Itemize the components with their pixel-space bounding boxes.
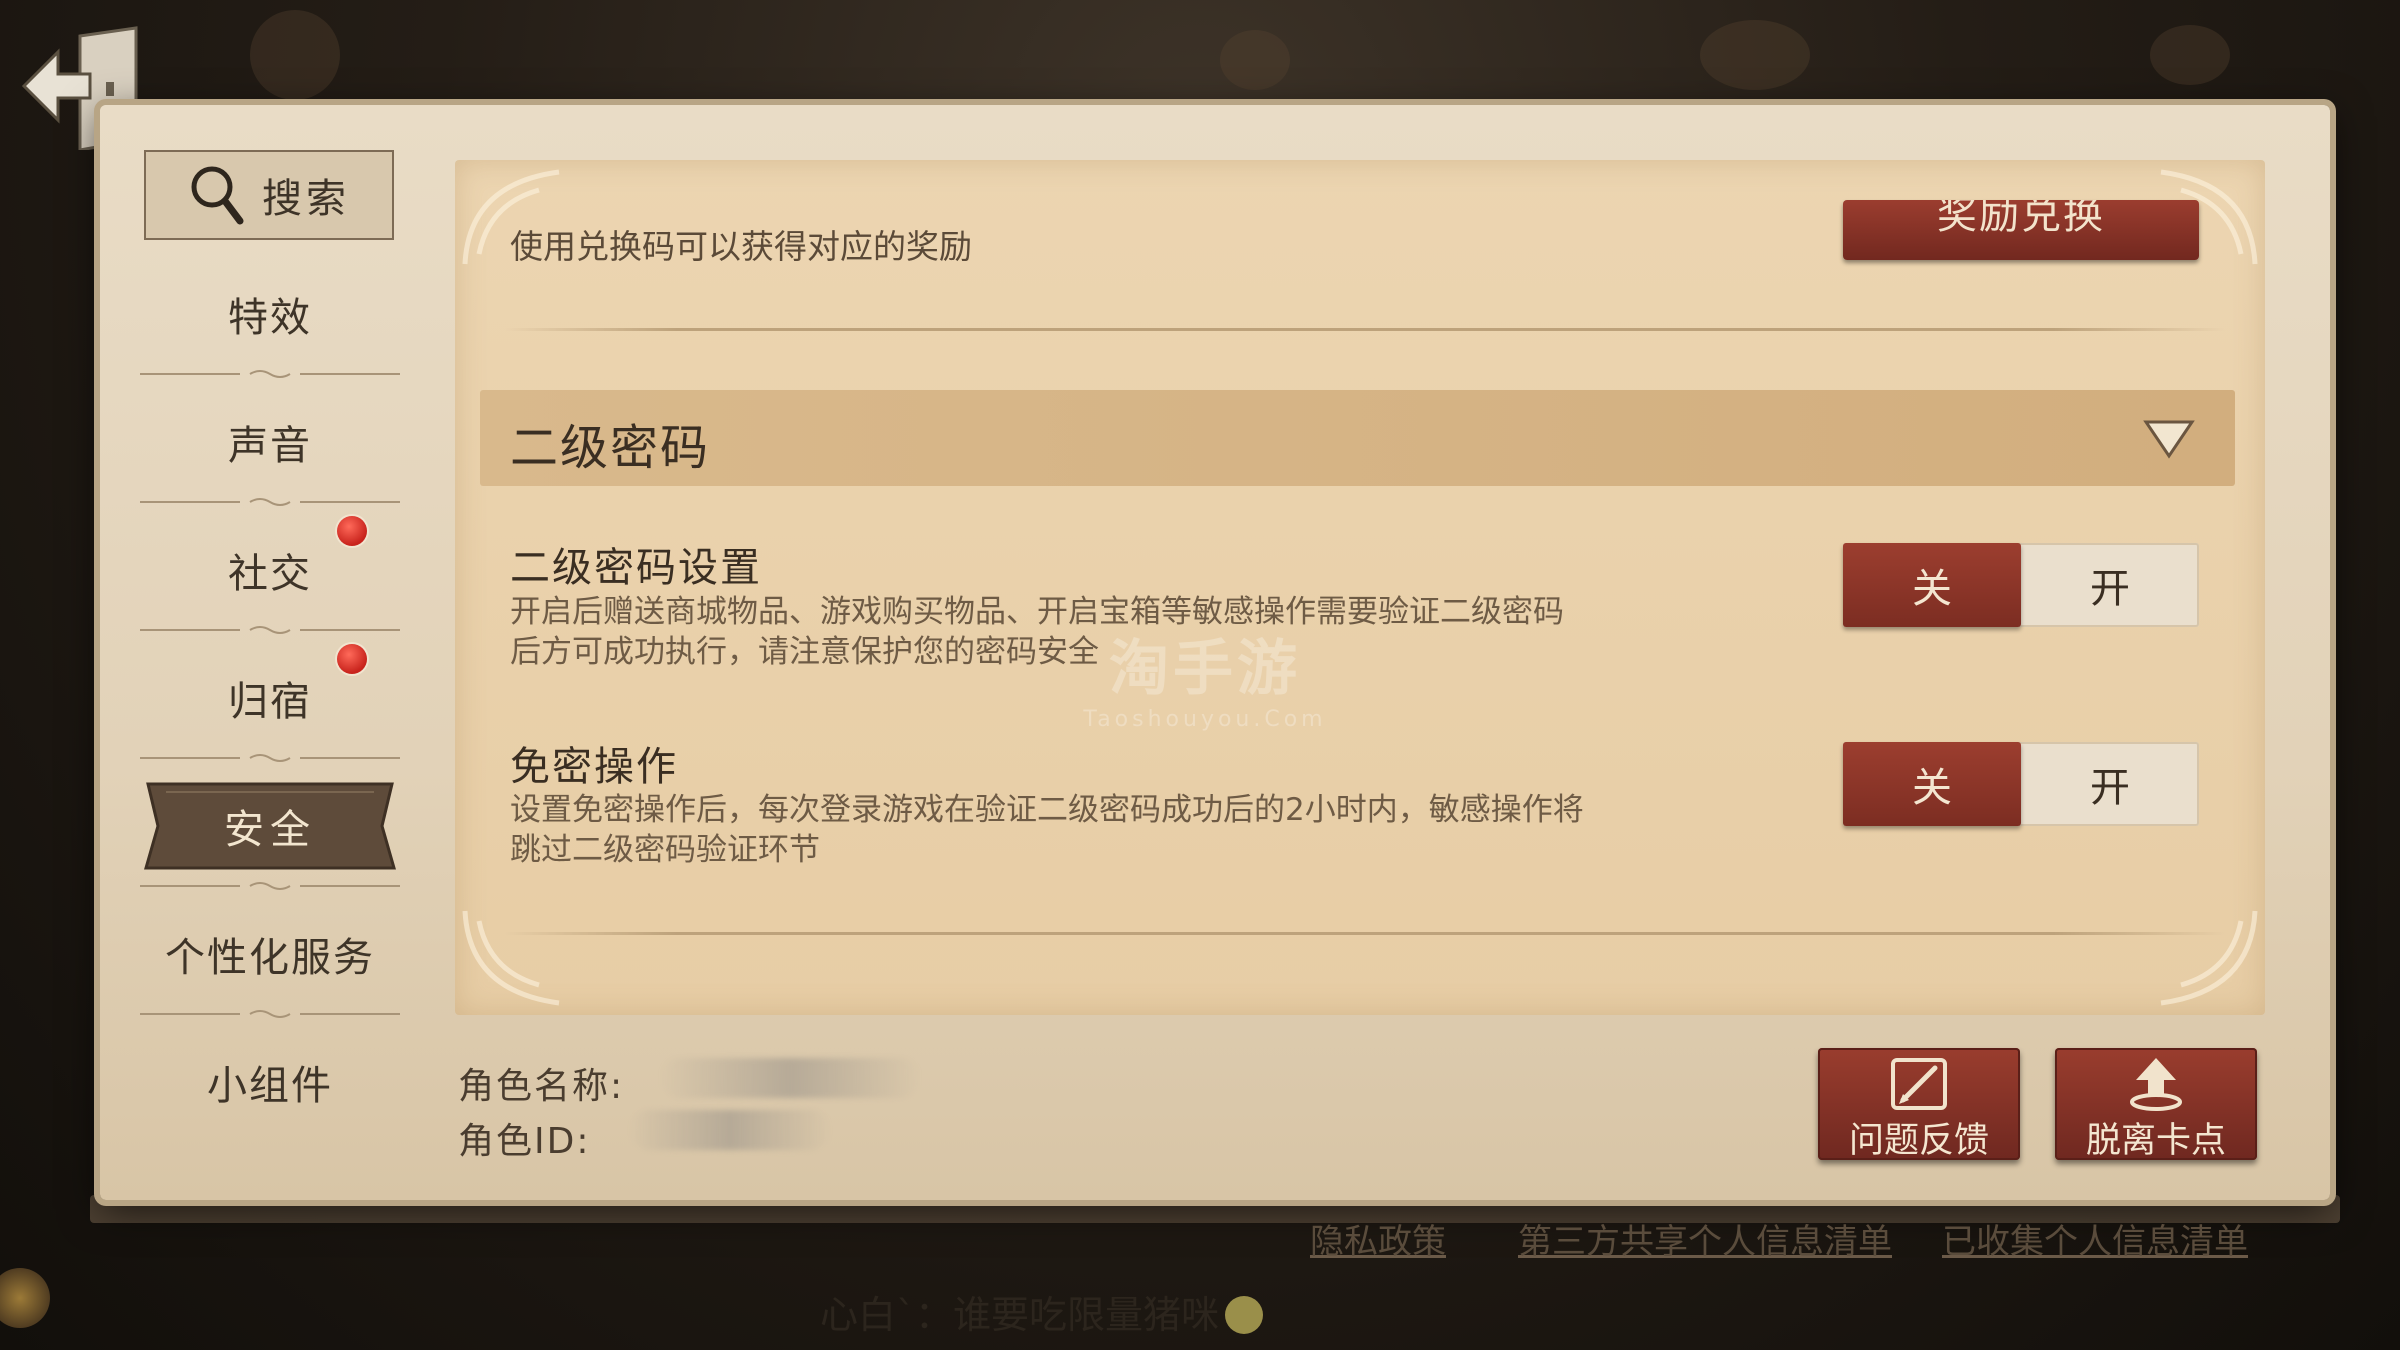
- sidebar-item-label: 特效: [228, 295, 312, 341]
- corner-ornament: [462, 910, 560, 1006]
- toggle-off-label: 关: [1912, 566, 1952, 612]
- sidebar-item-label: 安全: [224, 807, 316, 853]
- corner-gem-icon: [0, 1268, 50, 1328]
- divider: [505, 932, 2225, 935]
- secondary-password-setting-description: 开启后赠送商城物品、游戏购买物品、开启宝箱等敏感操作需要验证二级密码后方可成功执…: [510, 594, 1564, 670]
- collected-info-link[interactable]: 已收集个人信息清单: [1942, 1214, 2248, 1263]
- toggle-on-label: 开: [2090, 566, 2130, 612]
- pencil-icon: [1891, 1058, 1947, 1110]
- sidebar-item-label: 个性化服务: [165, 935, 375, 981]
- sidebar-item-personalization[interactable]: 个性化服务: [130, 890, 410, 1018]
- search-icon: [191, 166, 244, 225]
- sidebar-item-home[interactable]: 归宿: [130, 634, 410, 762]
- redeem-description: 使用兑换码可以获得对应的奖励: [510, 227, 972, 266]
- notification-badge: [337, 644, 367, 674]
- search-button[interactable]: 搜索: [144, 150, 394, 240]
- settings-sidebar: 搜索 特效 声音 社交 归宿 安全 个性化服务 小组件: [130, 140, 410, 1180]
- sidebar-item-sound[interactable]: 声音: [130, 378, 410, 506]
- divider: [140, 754, 400, 762]
- chat-message: 心白`：谁要吃限量猪咪: [820, 1284, 1264, 1339]
- toggle-off-label: 关: [1912, 765, 1952, 811]
- sidebar-item-effects[interactable]: 特效: [130, 250, 410, 378]
- password-free-setting-title: 免密操作: [510, 744, 678, 790]
- privacy-policy-link[interactable]: 隐私政策: [1310, 1214, 1446, 1263]
- notification-badge: [337, 516, 367, 546]
- chevron-down-icon[interactable]: [2142, 416, 2196, 460]
- toggle-off-option[interactable]: 关: [1843, 742, 2021, 826]
- role-id-value-redacted: [630, 1110, 830, 1150]
- up-arrow-icon: [2130, 1058, 2182, 1111]
- section-title: 二级密码: [510, 420, 711, 476]
- feedback-button-label: 问题反馈: [1848, 1121, 1989, 1161]
- sidebar-item-label: 社交: [228, 551, 312, 597]
- background-decor: [1700, 20, 1810, 90]
- divider: [505, 328, 2225, 331]
- sidebar-item-label: 声音: [228, 423, 312, 469]
- toggle-on-label: 开: [2090, 765, 2130, 811]
- sidebar-item-social[interactable]: 社交: [130, 506, 410, 634]
- chat-message-text: 心白`：谁要吃限量猪咪: [820, 1293, 1220, 1337]
- sidebar-item-label: 归宿: [228, 679, 312, 725]
- corner-ornament: [2160, 910, 2258, 1006]
- password-free-toggle[interactable]: 关 开: [1843, 742, 2199, 826]
- role-id-label: 角色ID:: [458, 1121, 591, 1162]
- sidebar-item-label: 小组件: [207, 1063, 333, 1109]
- background-decor: [2150, 25, 2230, 85]
- search-label: 搜索: [262, 176, 350, 222]
- toggle-on-option[interactable]: 开: [2021, 543, 2199, 627]
- game-settings-screen: 搜索 特效 声音 社交 归宿 安全 个性化服务 小组件 使用兑换码可以获得对应的…: [0, 0, 2400, 1350]
- secondary-password-toggle[interactable]: 关 开: [1843, 543, 2199, 627]
- smile-emoji-icon: [1225, 1296, 1264, 1334]
- role-name-value-redacted: [660, 1058, 920, 1098]
- toggle-off-option[interactable]: 关: [1843, 543, 2021, 627]
- sidebar-item-security[interactable]: 安全: [130, 780, 410, 872]
- security-settings-panel: 使用兑换码可以获得对应的奖励 奖励兑换 二级密码 二级密码设置 开启后赠送商城物…: [455, 160, 2265, 1015]
- secondary-password-setting-title: 二级密码设置: [510, 545, 762, 591]
- unstuck-button[interactable]: 脱离卡点: [2055, 1048, 2257, 1161]
- toggle-on-option[interactable]: 开: [2021, 742, 2199, 826]
- sidebar-item-widgets[interactable]: 小组件: [130, 1018, 410, 1146]
- background-decor: [1220, 30, 1290, 90]
- redeem-button-label: 奖励兑换: [1937, 200, 2105, 238]
- background-decor: [250, 10, 340, 100]
- third-party-info-link[interactable]: 第三方共享个人信息清单: [1518, 1214, 1892, 1263]
- role-name-label: 角色名称:: [458, 1066, 625, 1107]
- password-free-setting-description: 设置免密操作后，每次登录游戏在验证二级密码成功后的2小时内，敏感操作将跳过二级密…: [510, 792, 1584, 868]
- unstuck-button-label: 脱离卡点: [2085, 1121, 2226, 1161]
- reward-redeem-button[interactable]: 奖励兑换: [1843, 200, 2199, 260]
- secondary-password-section-header[interactable]: 二级密码: [480, 390, 2235, 486]
- feedback-button[interactable]: 问题反馈: [1818, 1048, 2020, 1161]
